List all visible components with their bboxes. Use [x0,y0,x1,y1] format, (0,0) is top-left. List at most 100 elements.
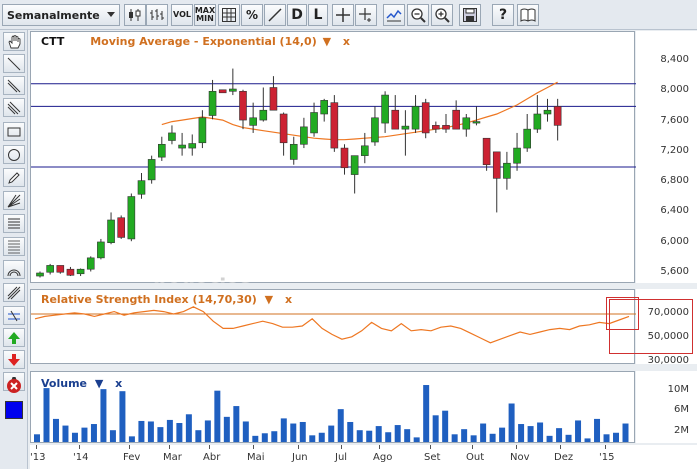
percent-toggle-button[interactable]: % [241,4,263,26]
volume-dropdown-arrow-icon[interactable]: ▼ [95,377,103,390]
volume-bar [185,414,192,442]
zoom-out-button[interactable] [407,4,429,26]
d-button[interactable]: D [287,4,307,26]
volume-bar [71,432,78,442]
volume-bar [499,427,506,442]
ticker-label: CTT [41,35,65,48]
date-tick-mark [253,445,254,449]
arc-tool[interactable] [3,260,25,279]
bar-type-button[interactable] [146,4,168,26]
save-button[interactable] [459,4,481,26]
volume-bar [280,418,287,442]
candle-body [269,87,278,111]
pencil-tool[interactable] [3,168,25,187]
candle-body [249,117,257,126]
price-tick-label: 6,000 [660,235,689,247]
rectangle-tool[interactable] [3,122,25,141]
book-button[interactable] [517,4,539,26]
help-button[interactable]: ? [492,4,514,26]
ellipse-tool[interactable] [3,145,25,164]
period-select[interactable]: Semanalmente [2,4,120,26]
delete-icon [7,379,21,393]
line-icon [7,57,21,70]
volume-bar [575,420,582,442]
arrow-up-tool[interactable] [3,328,25,347]
price-panel[interactable]: CTT Moving Average - Exponential (14,0) … [30,31,636,299]
period-label: Semanalmente [7,8,100,22]
candle-body [259,109,268,121]
delete-all-button[interactable] [3,376,25,396]
maxmin-toggle-button[interactable]: MAX MIN [194,4,216,26]
channel-tool[interactable] [3,98,25,117]
candlestick-icon [129,9,141,21]
volume-bar [62,425,69,442]
candle-body [503,162,511,179]
volume-bar [442,410,449,442]
crosshair-cursor-button[interactable] [355,4,377,26]
drawing-tools: A [0,30,28,469]
volume-bar [109,430,116,442]
grid-toggle-button[interactable] [218,4,240,26]
rsi-panel[interactable]: Relative Strength Index (14,70,30) ▼ x [30,289,636,364]
color-picker[interactable] [5,401,23,419]
hand-tool-button[interactable] [3,32,25,51]
volume-label: Volume [41,377,87,390]
volume-remove-icon[interactable]: x [115,377,122,390]
date-tick-label: Fev [123,452,141,463]
volume-bar [556,428,563,442]
volume-bar [157,427,164,442]
rsi-remove-icon[interactable]: x [285,293,292,306]
ray-tool[interactable] [3,76,25,95]
volume-toggle-button[interactable]: VOL [171,4,193,26]
price-tick-label: 8,000 [660,84,689,96]
volume-bar [518,424,525,442]
rsi-dropdown-arrow-icon[interactable]: ▼ [265,293,273,306]
volume-bar [480,423,487,442]
ray-icon [7,79,21,92]
trend-button[interactable] [383,4,405,26]
candle-body [432,125,440,130]
candle-body [117,217,125,238]
volume-bar [90,424,97,442]
book-icon [520,8,536,22]
chart-app: Semanalmente VOL MAX MIN % D L ? CTT Mov… [0,0,697,469]
candle-body [411,106,420,130]
speed-lines-tool[interactable] [3,283,25,302]
volume-bar [375,426,382,442]
panel-splitter-2[interactable] [30,364,697,378]
indicator-tool[interactable] [3,306,25,325]
candle-body [76,268,85,275]
date-tick-label: Mar [163,452,182,463]
volume-bar [594,418,601,442]
candlestick-type-button[interactable] [124,4,146,26]
ma-remove-icon[interactable]: x [343,35,350,48]
date-tick-mark [560,445,561,449]
help-label: ? [498,7,508,23]
candle-body [239,90,247,121]
zoom-in-button[interactable] [431,4,453,26]
volume-bar [204,420,211,442]
candle-body [310,112,318,134]
gann-tool[interactable] [3,237,25,256]
volume-bar [613,432,620,442]
candle-body [350,155,359,175]
crosshair-button[interactable] [332,4,354,26]
volume-bar [128,436,135,442]
line-tool-button[interactable] [264,4,286,26]
zoom-out-icon [410,7,426,23]
ma-dropdown-arrow-icon[interactable]: ▼ [323,35,331,48]
l-button[interactable]: L [308,4,328,26]
volume-bar [299,421,306,442]
fibonacci-tool[interactable] [3,191,25,210]
arrow-down-tool[interactable] [3,350,25,369]
volume-panel[interactable]: Volume ▼ x [30,371,635,443]
candle-body [279,113,288,144]
candle-body [86,257,95,270]
candle-body [472,121,481,124]
fib-retracement-tool[interactable] [3,214,25,233]
rectangle-icon [7,127,21,136]
date-tick-label: '13 [30,452,46,463]
volume-bar [470,435,477,442]
volume-bar [242,421,249,442]
line-tool[interactable] [3,54,25,73]
